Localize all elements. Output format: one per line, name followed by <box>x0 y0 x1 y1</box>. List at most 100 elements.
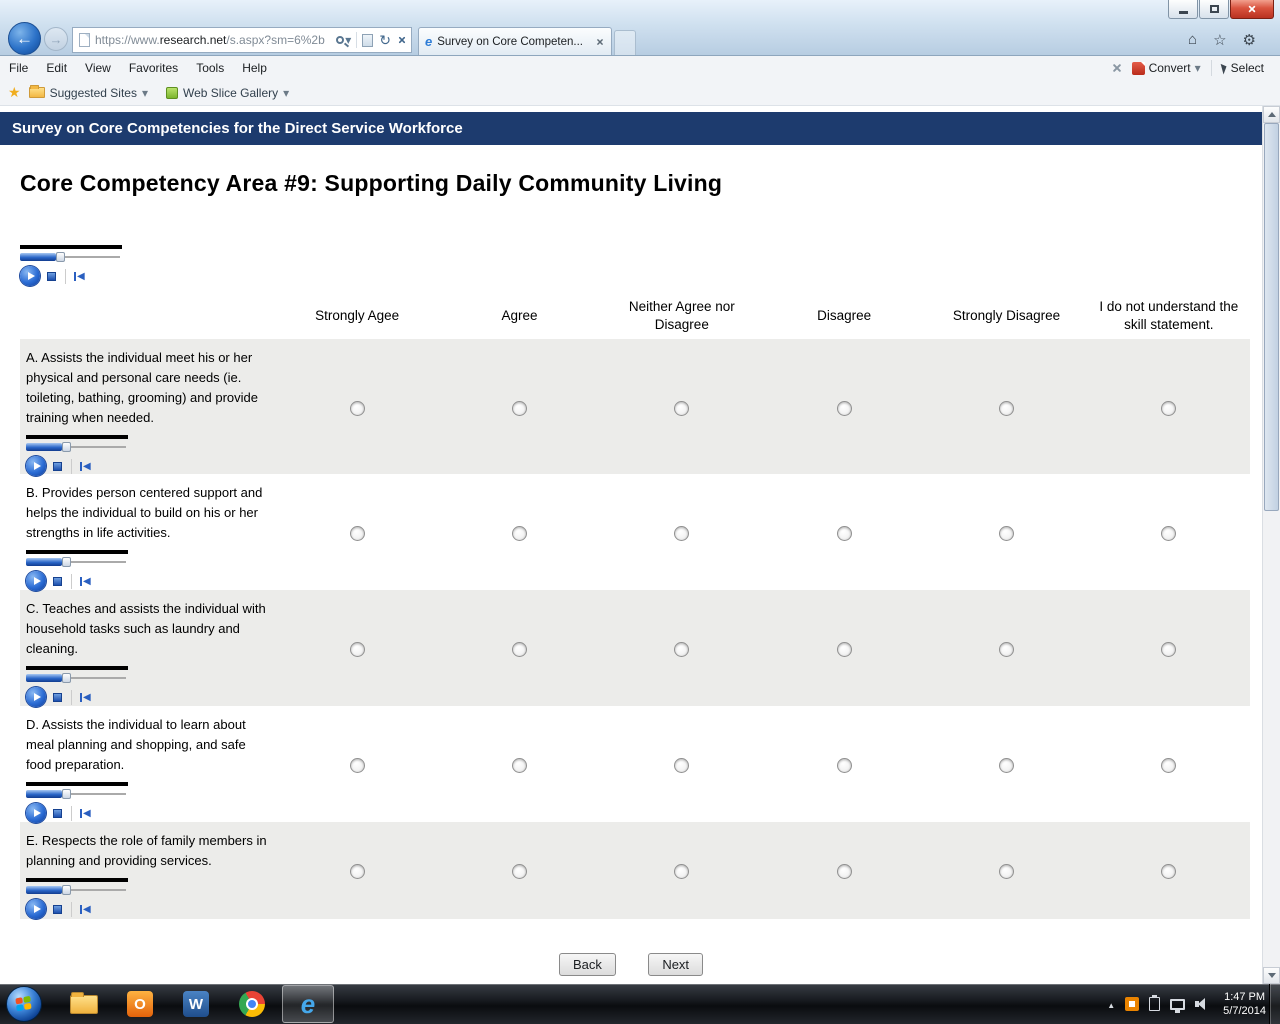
radio-D-col5[interactable] <box>999 758 1014 773</box>
url-text[interactable]: https://www.research.net/s.aspx?sm=6%2b <box>95 33 336 47</box>
audio-progress-handle[interactable] <box>62 789 71 799</box>
tray-install-icon[interactable] <box>1149 997 1160 1011</box>
radio-B-col1[interactable] <box>350 526 365 541</box>
radio-A-col4[interactable] <box>837 401 852 416</box>
close-button[interactable] <box>1230 0 1274 19</box>
radio-A-col1[interactable] <box>350 401 365 416</box>
tray-office-icon[interactable] <box>1125 997 1139 1011</box>
play-icon[interactable] <box>26 687 46 707</box>
radio-E-col2[interactable] <box>512 864 527 879</box>
play-icon[interactable] <box>26 571 46 591</box>
radio-D-col2[interactable] <box>512 758 527 773</box>
audio-progress-handle[interactable] <box>62 557 71 567</box>
audio-progress-handle[interactable] <box>56 252 65 262</box>
radio-B-col2[interactable] <box>512 526 527 541</box>
taskbar-outlook-button[interactable]: O <box>114 985 166 1023</box>
favbar-item[interactable]: Suggested Sites <box>29 86 148 100</box>
audio-progress-handle[interactable] <box>62 673 71 683</box>
tab-close-icon[interactable] <box>596 38 604 46</box>
select-button[interactable]: Select <box>1222 61 1264 75</box>
favbar-item[interactable]: Web Slice Gallery <box>166 86 289 100</box>
stop-icon[interactable] <box>53 577 62 586</box>
taskbar-chrome-button[interactable] <box>226 985 278 1023</box>
stop-icon[interactable] <box>53 905 62 914</box>
radio-A-col5[interactable] <box>999 401 1014 416</box>
radio-B-col4[interactable] <box>837 526 852 541</box>
radio-E-col5[interactable] <box>999 864 1014 879</box>
back-button[interactable]: Back <box>559 953 616 976</box>
radio-C-col3[interactable] <box>674 642 689 657</box>
tray-network-icon[interactable] <box>1170 999 1185 1010</box>
skip-back-icon[interactable]: ◀ <box>80 692 91 703</box>
skip-back-icon[interactable]: ◀ <box>80 461 91 472</box>
play-icon[interactable] <box>26 803 46 823</box>
close-toolbar-icon[interactable] <box>1112 63 1122 73</box>
tray-expand-icon[interactable] <box>1107 995 1115 1013</box>
favorites-icon[interactable] <box>1213 31 1226 49</box>
skip-back-icon[interactable]: ◀ <box>74 271 85 282</box>
refresh-icon[interactable]: ↻ <box>379 32 391 49</box>
audio-progress-slider[interactable] <box>26 789 128 800</box>
radio-D-col1[interactable] <box>350 758 365 773</box>
stop-icon[interactable] <box>53 462 62 471</box>
address-bar[interactable]: https://www.research.net/s.aspx?sm=6%2b … <box>72 27 412 53</box>
radio-A-col2[interactable] <box>512 401 527 416</box>
radio-E-col1[interactable] <box>350 864 365 879</box>
convert-button[interactable]: Convert <box>1132 61 1201 75</box>
radio-E-col6[interactable] <box>1161 864 1176 879</box>
stop-icon[interactable] <box>53 809 62 818</box>
audio-progress-handle[interactable] <box>62 885 71 895</box>
audio-progress-slider[interactable] <box>20 252 122 263</box>
audio-progress-handle[interactable] <box>62 442 71 452</box>
radio-C-col5[interactable] <box>999 642 1014 657</box>
new-tab-button[interactable] <box>614 30 636 55</box>
radio-B-col6[interactable] <box>1161 526 1176 541</box>
radio-D-col6[interactable] <box>1161 758 1176 773</box>
radio-B-col5[interactable] <box>999 526 1014 541</box>
menu-help[interactable]: Help <box>233 59 276 77</box>
taskbar-word-button[interactable]: W <box>170 985 222 1023</box>
play-icon[interactable] <box>20 266 40 286</box>
taskbar-explorer-button[interactable] <box>58 985 110 1023</box>
radio-A-col3[interactable] <box>674 401 689 416</box>
play-icon[interactable] <box>26 456 46 476</box>
skip-back-icon[interactable]: ◀ <box>80 808 91 819</box>
skip-back-icon[interactable]: ◀ <box>80 904 91 915</box>
play-icon[interactable] <box>26 899 46 919</box>
search-icon[interactable] <box>336 36 344 44</box>
home-icon[interactable] <box>1188 31 1197 49</box>
skip-back-icon[interactable]: ◀ <box>80 576 91 587</box>
radio-E-col3[interactable] <box>674 864 689 879</box>
scroll-up-button[interactable] <box>1263 106 1280 123</box>
radio-D-col4[interactable] <box>837 758 852 773</box>
radio-C-col6[interactable] <box>1161 642 1176 657</box>
menu-tools[interactable]: Tools <box>187 59 233 77</box>
radio-A-col6[interactable] <box>1161 401 1176 416</box>
vertical-scrollbar[interactable] <box>1262 106 1280 984</box>
audio-progress-slider[interactable] <box>26 885 128 896</box>
taskbar-clock[interactable]: 1:47 PM 5/7/2014 <box>1223 990 1266 1018</box>
scrollbar-thumb[interactable] <box>1264 123 1279 511</box>
taskbar-ie-button[interactable]: e <box>282 985 334 1023</box>
audio-progress-slider[interactable] <box>26 673 128 684</box>
browser-tab[interactable]: e Survey on Core Competen... <box>418 27 612 55</box>
scroll-down-button[interactable] <box>1263 967 1280 984</box>
menu-view[interactable]: View <box>76 59 120 77</box>
stop-icon[interactable] <box>47 272 56 281</box>
radio-B-col3[interactable] <box>674 526 689 541</box>
audio-progress-slider[interactable] <box>26 557 128 568</box>
radio-D-col3[interactable] <box>674 758 689 773</box>
maximize-button[interactable] <box>1199 0 1229 19</box>
stop-icon[interactable] <box>398 36 406 44</box>
radio-C-col1[interactable] <box>350 642 365 657</box>
gear-icon[interactable] <box>1243 31 1256 49</box>
minimize-button[interactable] <box>1168 0 1198 19</box>
forward-nav-button[interactable]: → <box>44 27 68 51</box>
menu-favorites[interactable]: Favorites <box>120 59 187 77</box>
start-button[interactable] <box>6 986 42 1022</box>
audio-progress-slider[interactable] <box>26 442 128 453</box>
tray-volume-icon[interactable] <box>1195 997 1209 1011</box>
stop-icon[interactable] <box>53 693 62 702</box>
radio-C-col4[interactable] <box>837 642 852 657</box>
menu-file[interactable]: File <box>0 59 37 77</box>
